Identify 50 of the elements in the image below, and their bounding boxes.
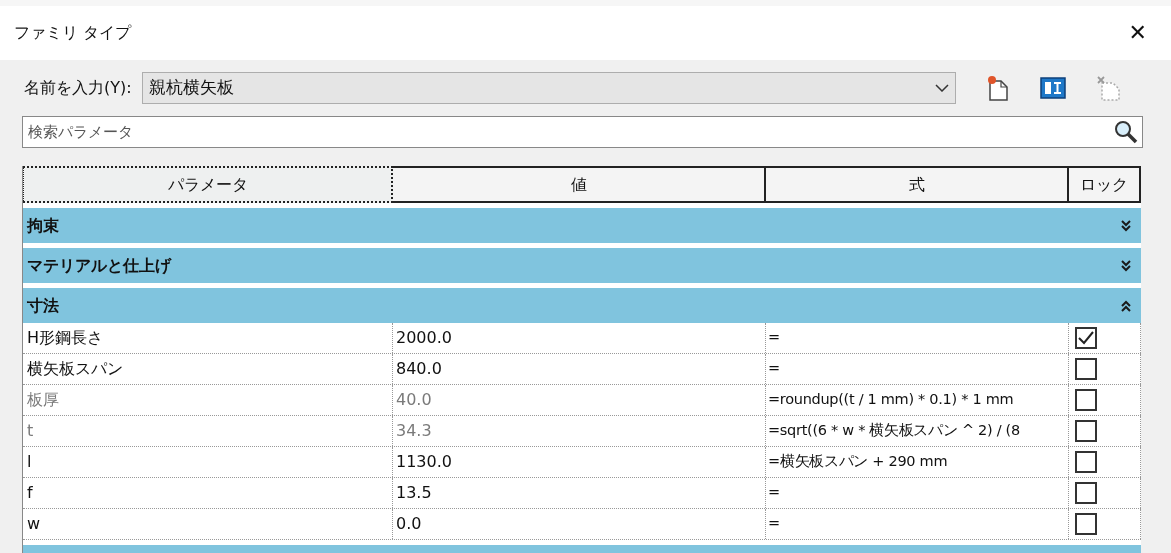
column-header[interactable]: パラメータ (23, 166, 393, 203)
value-cell-text: 840.0 (396, 358, 442, 380)
formula-cell-text: =横矢板スパン + 290 mm (768, 452, 948, 472)
collapse-icon[interactable] (1121, 299, 1131, 312)
checkmark-icon (1078, 331, 1094, 345)
new-document-icon[interactable] (985, 75, 1010, 101)
column-header[interactable]: 値 (393, 166, 766, 203)
formula-cell-text: = (768, 483, 780, 503)
formula-cell-text: =roundup((t / 1 mm) * 0.1) * 1 mm (768, 390, 1014, 410)
parameter-cell-text: l (27, 451, 32, 473)
group-header[interactable]: 拘束 (23, 208, 1141, 243)
value-cell-text: 0.0 (396, 513, 422, 535)
formula-cell-text: =sqrt((6 * w * 横矢板スパン ^ 2) / (8 (768, 421, 1020, 441)
lock-checkbox[interactable] (1075, 513, 1097, 535)
lock-checkbox[interactable] (1075, 482, 1097, 504)
chevron-down-icon (934, 84, 949, 92)
parameter-cell-text: t (27, 420, 34, 442)
rename-icon[interactable] (1039, 77, 1066, 99)
parameter-cell-text: w (27, 513, 41, 535)
search-icon[interactable] (1114, 120, 1138, 144)
parameter-cell-text: 横矢板スパン (27, 358, 123, 380)
name-value: 親杭横矢板 (148, 76, 234, 100)
value-cell-text: 1130.0 (396, 451, 452, 473)
formula-cell-text: = (768, 328, 780, 348)
group-header[interactable]: マテリアルと仕上げ (23, 248, 1141, 283)
group-title: 寸法 (27, 294, 59, 317)
window-title: ファミリ タイプ (14, 22, 132, 44)
group-title: マテリアルと仕上げ (27, 254, 171, 277)
close-button[interactable]: ✕ (1128, 22, 1147, 44)
column-header[interactable]: ロック (1069, 166, 1141, 203)
lock-checkbox[interactable] (1075, 358, 1097, 380)
parameter-cell-text: H形鋼長さ (27, 327, 104, 349)
value-cell-text: 13.5 (396, 482, 432, 504)
expand-icon[interactable] (1121, 259, 1131, 272)
search-field[interactable]: 検索パラメータ (22, 116, 1143, 148)
name-dropdown[interactable]: 親杭横矢板 (141, 72, 956, 104)
formula-cell-text: = (768, 359, 780, 379)
value-cell-text: 40.0 (396, 389, 432, 411)
parameter-cell-text: f (27, 482, 33, 504)
name-label: 名前を入力(Y): (24, 77, 132, 99)
lock-checkbox[interactable] (1075, 327, 1097, 349)
value-cell-text: 34.3 (396, 420, 432, 442)
group-title: 拘束 (27, 214, 59, 237)
parameter-cell-text: 板厚 (27, 389, 59, 411)
lock-checkbox[interactable] (1075, 451, 1097, 473)
column-header[interactable]: 式 (766, 166, 1069, 203)
value-cell-text: 2000.0 (396, 327, 452, 349)
expand-icon[interactable] (1121, 219, 1131, 232)
formula-cell-text: = (768, 514, 780, 534)
group-header[interactable]: 寸法 (23, 288, 1141, 323)
